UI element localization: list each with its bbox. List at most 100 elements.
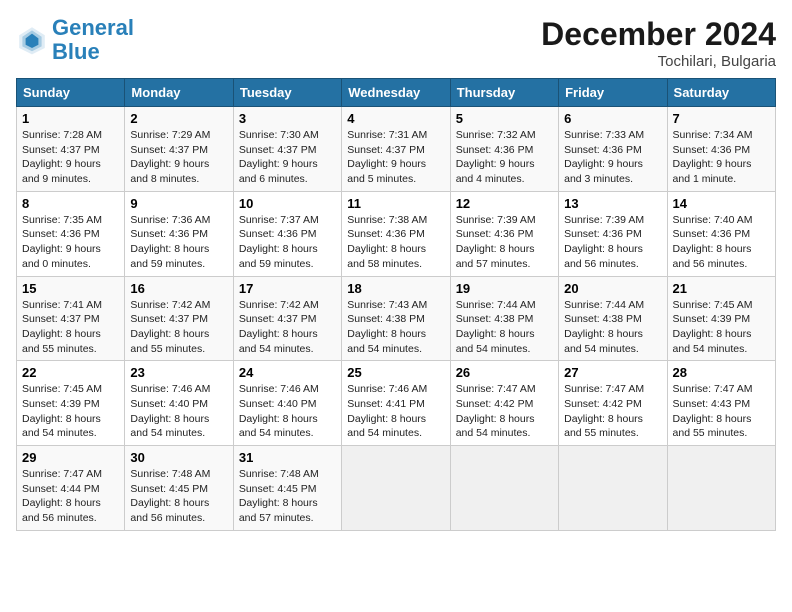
day-number: 3 <box>239 111 336 126</box>
day-number: 14 <box>673 196 770 211</box>
calendar-cell: 11Sunrise: 7:38 AM Sunset: 4:36 PM Dayli… <box>342 191 450 276</box>
day-info: Sunrise: 7:46 AM Sunset: 4:40 PM Dayligh… <box>239 382 336 441</box>
calendar-week-row: 1 Sunrise: 7:28 AM Sunset: 4:37 PM Daylig… <box>17 107 776 192</box>
calendar-cell <box>450 446 558 531</box>
calendar-cell: 3Sunrise: 7:30 AM Sunset: 4:37 PM Daylig… <box>233 107 341 192</box>
weekday-row: SundayMondayTuesdayWednesdayThursdayFrid… <box>17 79 776 107</box>
day-info: Sunrise: 7:40 AM Sunset: 4:36 PM Dayligh… <box>673 213 770 272</box>
day-number: 24 <box>239 365 336 380</box>
calendar-cell: 5Sunrise: 7:32 AM Sunset: 4:36 PM Daylig… <box>450 107 558 192</box>
page-header: General Blue December 2024 Tochilari, Bu… <box>16 16 776 70</box>
day-number: 8 <box>22 196 119 211</box>
day-info: Sunrise: 7:47 AM Sunset: 4:42 PM Dayligh… <box>456 382 553 441</box>
day-number: 16 <box>130 281 227 296</box>
calendar-cell: 21 Sunrise: 7:45 AM Sunset: 4:39 PM Dayli… <box>667 276 775 361</box>
day-info: Sunrise: 7:43 AM Sunset: 4:38 PM Dayligh… <box>347 298 444 357</box>
weekday-header: Wednesday <box>342 79 450 107</box>
day-number: 21 <box>673 281 770 296</box>
calendar-header: SundayMondayTuesdayWednesdayThursdayFrid… <box>17 79 776 107</box>
day-info: Sunrise: 7:32 AM Sunset: 4:36 PM Dayligh… <box>456 128 553 187</box>
day-info: Sunrise: 7:42 AM Sunset: 4:37 PM Dayligh… <box>130 298 227 357</box>
logo-line2: Blue <box>52 39 100 64</box>
calendar-cell: 15 Sunrise: 7:41 AM Sunset: 4:37 PM Dayli… <box>17 276 125 361</box>
day-number: 11 <box>347 196 444 211</box>
calendar-cell: 20 Sunrise: 7:44 AM Sunset: 4:38 PM Dayli… <box>559 276 667 361</box>
day-info: Sunrise: 7:28 AM Sunset: 4:37 PM Dayligh… <box>22 128 119 187</box>
calendar-cell: 12Sunrise: 7:39 AM Sunset: 4:36 PM Dayli… <box>450 191 558 276</box>
day-info: Sunrise: 7:33 AM Sunset: 4:36 PM Dayligh… <box>564 128 661 187</box>
calendar-week-row: 29 Sunrise: 7:47 AM Sunset: 4:44 PM Dayli… <box>17 446 776 531</box>
day-number: 15 <box>22 281 119 296</box>
day-number: 23 <box>130 365 227 380</box>
calendar-cell: 28Sunrise: 7:47 AM Sunset: 4:43 PM Dayli… <box>667 361 775 446</box>
calendar-cell: 30Sunrise: 7:48 AM Sunset: 4:45 PM Dayli… <box>125 446 233 531</box>
calendar-cell: 26 Sunrise: 7:47 AM Sunset: 4:42 PM Dayli… <box>450 361 558 446</box>
day-info: Sunrise: 7:45 AM Sunset: 4:39 PM Dayligh… <box>22 382 119 441</box>
calendar-cell: 6 Sunrise: 7:33 AM Sunset: 4:36 PM Daylig… <box>559 107 667 192</box>
calendar-body: 1 Sunrise: 7:28 AM Sunset: 4:37 PM Daylig… <box>17 107 776 531</box>
calendar-cell: 25Sunrise: 7:46 AM Sunset: 4:41 PM Dayli… <box>342 361 450 446</box>
day-number: 26 <box>456 365 553 380</box>
day-info: Sunrise: 7:41 AM Sunset: 4:37 PM Dayligh… <box>22 298 119 357</box>
calendar-week-row: 22 Sunrise: 7:45 AM Sunset: 4:39 PM Dayli… <box>17 361 776 446</box>
day-info: Sunrise: 7:48 AM Sunset: 4:45 PM Dayligh… <box>239 467 336 526</box>
day-info: Sunrise: 7:39 AM Sunset: 4:36 PM Dayligh… <box>456 213 553 272</box>
calendar-cell: 17 Sunrise: 7:42 AM Sunset: 4:37 PM Dayli… <box>233 276 341 361</box>
calendar-cell: 4 Sunrise: 7:31 AM Sunset: 4:37 PM Daylig… <box>342 107 450 192</box>
day-info: Sunrise: 7:45 AM Sunset: 4:39 PM Dayligh… <box>673 298 770 357</box>
calendar-cell: 7 Sunrise: 7:34 AM Sunset: 4:36 PM Daylig… <box>667 107 775 192</box>
calendar-cell: 14 Sunrise: 7:40 AM Sunset: 4:36 PM Dayli… <box>667 191 775 276</box>
calendar-cell: 9 Sunrise: 7:36 AM Sunset: 4:36 PM Daylig… <box>125 191 233 276</box>
weekday-header: Thursday <box>450 79 558 107</box>
day-number: 6 <box>564 111 661 126</box>
day-number: 1 <box>22 111 119 126</box>
day-info: Sunrise: 7:47 AM Sunset: 4:44 PM Dayligh… <box>22 467 119 526</box>
weekday-header: Monday <box>125 79 233 107</box>
day-info: Sunrise: 7:44 AM Sunset: 4:38 PM Dayligh… <box>456 298 553 357</box>
day-info: Sunrise: 7:46 AM Sunset: 4:41 PM Dayligh… <box>347 382 444 441</box>
calendar-cell: 27 Sunrise: 7:47 AM Sunset: 4:42 PM Dayli… <box>559 361 667 446</box>
day-number: 18 <box>347 281 444 296</box>
calendar-cell: 8Sunrise: 7:35 AM Sunset: 4:36 PM Daylig… <box>17 191 125 276</box>
calendar-cell: 16 Sunrise: 7:42 AM Sunset: 4:37 PM Dayli… <box>125 276 233 361</box>
calendar-cell <box>342 446 450 531</box>
day-info: Sunrise: 7:47 AM Sunset: 4:42 PM Dayligh… <box>564 382 661 441</box>
weekday-header: Sunday <box>17 79 125 107</box>
calendar-cell: 1 Sunrise: 7:28 AM Sunset: 4:37 PM Daylig… <box>17 107 125 192</box>
weekday-header: Friday <box>559 79 667 107</box>
location: Tochilari, Bulgaria <box>541 53 776 70</box>
day-number: 28 <box>673 365 770 380</box>
day-info: Sunrise: 7:42 AM Sunset: 4:37 PM Dayligh… <box>239 298 336 357</box>
day-info: Sunrise: 7:34 AM Sunset: 4:36 PM Dayligh… <box>673 128 770 187</box>
day-number: 19 <box>456 281 553 296</box>
day-info: Sunrise: 7:46 AM Sunset: 4:40 PM Dayligh… <box>130 382 227 441</box>
day-number: 4 <box>347 111 444 126</box>
calendar-cell: 22 Sunrise: 7:45 AM Sunset: 4:39 PM Dayli… <box>17 361 125 446</box>
day-number: 9 <box>130 196 227 211</box>
weekday-header: Tuesday <box>233 79 341 107</box>
calendar-cell <box>559 446 667 531</box>
day-number: 27 <box>564 365 661 380</box>
day-number: 20 <box>564 281 661 296</box>
weekday-header: Saturday <box>667 79 775 107</box>
day-info: Sunrise: 7:48 AM Sunset: 4:45 PM Dayligh… <box>130 467 227 526</box>
day-info: Sunrise: 7:36 AM Sunset: 4:36 PM Dayligh… <box>130 213 227 272</box>
day-number: 2 <box>130 111 227 126</box>
day-number: 7 <box>673 111 770 126</box>
day-info: Sunrise: 7:31 AM Sunset: 4:37 PM Dayligh… <box>347 128 444 187</box>
calendar-cell: 13Sunrise: 7:39 AM Sunset: 4:36 PM Dayli… <box>559 191 667 276</box>
logo: General Blue <box>16 16 134 64</box>
calendar-cell: 18 Sunrise: 7:43 AM Sunset: 4:38 PM Dayli… <box>342 276 450 361</box>
day-number: 17 <box>239 281 336 296</box>
calendar-cell: 29 Sunrise: 7:47 AM Sunset: 4:44 PM Dayli… <box>17 446 125 531</box>
day-number: 29 <box>22 450 119 465</box>
day-number: 22 <box>22 365 119 380</box>
calendar-cell: 10Sunrise: 7:37 AM Sunset: 4:36 PM Dayli… <box>233 191 341 276</box>
calendar-week-row: 8Sunrise: 7:35 AM Sunset: 4:36 PM Daylig… <box>17 191 776 276</box>
day-info: Sunrise: 7:44 AM Sunset: 4:38 PM Dayligh… <box>564 298 661 357</box>
day-number: 13 <box>564 196 661 211</box>
title-block: December 2024 Tochilari, Bulgaria <box>541 16 776 70</box>
calendar-cell: 23 Sunrise: 7:46 AM Sunset: 4:40 PM Dayli… <box>125 361 233 446</box>
calendar-cell: 24 Sunrise: 7:46 AM Sunset: 4:40 PM Dayli… <box>233 361 341 446</box>
calendar-table: SundayMondayTuesdayWednesdayThursdayFrid… <box>16 78 776 531</box>
